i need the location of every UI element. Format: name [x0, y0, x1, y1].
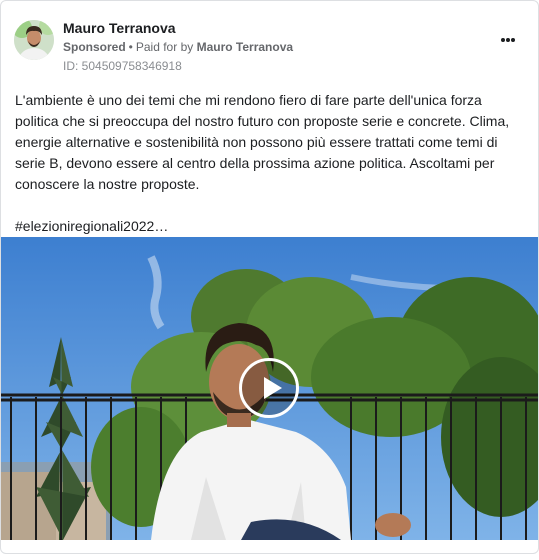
sponsored-label: Sponsored — [63, 40, 126, 54]
avatar[interactable] — [14, 20, 54, 60]
video-player[interactable] — [1, 237, 538, 540]
play-icon[interactable] — [239, 358, 299, 418]
post-body: L'ambiente è uno dei temi che mi rendono… — [15, 92, 510, 192]
paid-for-name: Mauro Terranova — [196, 40, 294, 54]
paid-for-prefix: Paid for by — [135, 40, 194, 54]
author-name[interactable]: Mauro Terranova — [63, 20, 293, 37]
post-text: L'ambiente è uno dei temi che mi rendono… — [15, 90, 525, 237]
ad-id: ID: 504509758346918 — [63, 59, 182, 73]
post-meta: Mauro Terranova Sponsored • Paid for by Ma… — [63, 20, 293, 74]
sponsorship-line: Sponsored • Paid for by Mauro Terranova — [63, 39, 293, 56]
separator-dot: • — [128, 40, 133, 54]
ad-post-card: Mauro Terranova Sponsored • Paid for by Ma… — [0, 0, 539, 554]
post-header: Mauro Terranova Sponsored • Paid for by Ma… — [14, 20, 525, 73]
more-horizontal-icon[interactable] — [501, 32, 515, 48]
post-hashtag[interactable]: #elezioniregionali2022… — [15, 216, 525, 237]
